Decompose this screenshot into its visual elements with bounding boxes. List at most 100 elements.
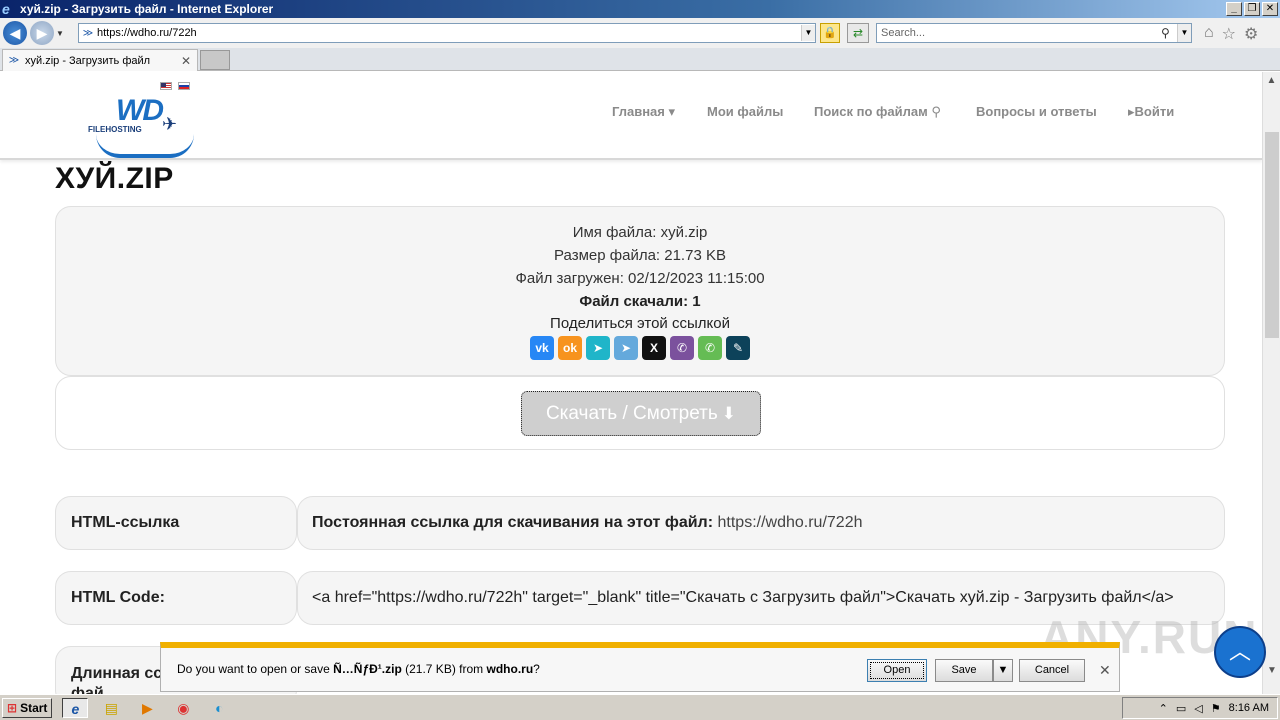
ie-logo-icon: e xyxy=(2,1,10,17)
file-info-box: Имя файла: хуй.zip Размер файла: 21.73 K… xyxy=(55,206,1225,376)
english-flag-icon[interactable] xyxy=(160,82,172,90)
address-dropdown-icon[interactable]: ▼ xyxy=(801,25,815,41)
search-dropdown-icon[interactable]: ▼ xyxy=(1177,24,1191,42)
tray-network-icon[interactable]: ▭ xyxy=(1176,702,1186,715)
minimize-button[interactable]: _ xyxy=(1226,2,1242,16)
taskbar-explorer-icon[interactable]: ▤ xyxy=(98,698,124,718)
share-label: Поделиться этой ссылкой xyxy=(550,315,730,332)
search-icon: ⚲ xyxy=(931,104,941,119)
cancel-button[interactable]: Cancel xyxy=(1019,659,1085,682)
logo-subtext: FILEHOSTING xyxy=(88,125,142,134)
scroll-down-icon[interactable]: ▼ xyxy=(1263,662,1280,680)
share-moimir-icon[interactable]: ➤ xyxy=(586,336,610,360)
tray-flag-icon[interactable]: ⚑ xyxy=(1211,702,1221,715)
search-input[interactable]: Search... xyxy=(877,27,1161,39)
clock: 8:16 AM xyxy=(1228,702,1269,714)
logo-text: WD xyxy=(116,94,164,127)
search-icon[interactable]: ⚲ xyxy=(1161,26,1177,40)
nav-faq[interactable]: Вопросы и ответы xyxy=(976,104,1097,119)
download-file-size: (21.7 KB) from xyxy=(405,662,484,676)
taskbar-ie-icon[interactable]: e xyxy=(62,697,89,718)
nav-search-label: Поиск по файлам xyxy=(814,104,928,119)
favorites-star-icon[interactable]: ☆ xyxy=(1222,24,1236,44)
back-button[interactable]: ◀ xyxy=(3,21,27,45)
download-button[interactable]: Скачать / Смотреть ⬇ xyxy=(521,391,761,436)
download-icon: ⬇ xyxy=(721,404,737,423)
navigation-bar: ◀ ▶ ▼ ≫ https://wdho.ru/722h ▼ 🔒 ⇄ Searc… xyxy=(0,18,1280,48)
close-download-bar-icon[interactable]: ✕ xyxy=(1099,662,1111,679)
file-downloads: Файл скачали: 1 xyxy=(579,293,701,310)
download-message-suffix: ? xyxy=(533,662,540,676)
share-odnoklassniki-icon[interactable]: ok xyxy=(558,336,582,360)
download-host: wdho.ru xyxy=(486,662,534,676)
new-tab-button[interactable] xyxy=(200,50,230,70)
html-link-prefix: Постоянная ссылка для скачивания на этот… xyxy=(312,514,714,531)
html-link-url[interactable]: https://wdho.ru/722h xyxy=(718,514,863,531)
site-logo[interactable]: WD FILEHOSTING ✈ xyxy=(88,94,198,158)
save-button[interactable]: Save xyxy=(935,659,993,682)
refresh-button[interactable]: ⇄ xyxy=(847,23,869,43)
settings-gear-icon[interactable]: ⚙ xyxy=(1244,24,1258,44)
history-dropdown-icon[interactable]: ▼ xyxy=(56,29,66,38)
download-notification-bar: Do you want to open or save Ñ…ÑƒÐ¹.zip (… xyxy=(160,642,1120,692)
share-livejournal-icon[interactable]: ✎ xyxy=(726,336,750,360)
download-message: Do you want to open or save Ñ…ÑƒÐ¹.zip (… xyxy=(177,662,540,676)
html-code-label: HTML Code: xyxy=(55,571,297,625)
tab-favicon-icon: ≫ xyxy=(8,55,20,66)
save-options-dropdown-icon[interactable]: ▼ xyxy=(993,659,1013,682)
taskbar-chrome-icon[interactable]: ◉ xyxy=(170,698,196,718)
nav-my-files[interactable]: Мои файлы xyxy=(707,104,783,119)
address-url[interactable]: https://wdho.ru/722h xyxy=(97,27,801,39)
restore-button[interactable]: ❐ xyxy=(1244,2,1260,16)
tab-active[interactable]: ≫ хуй.zip - Загрузить файл ✕ xyxy=(2,49,198,71)
lock-icon[interactable]: 🔒 xyxy=(820,23,840,43)
logo-bird-icon: ✈ xyxy=(162,114,178,134)
russian-flag-icon[interactable] xyxy=(178,82,190,90)
scrollbar-thumb[interactable] xyxy=(1265,132,1279,338)
nav-login-label: Войти xyxy=(1134,104,1175,119)
download-file-name: Ñ…ÑƒÐ¹.zip xyxy=(333,662,402,676)
close-window-button[interactable]: ✕ xyxy=(1262,2,1278,16)
system-tray: ⌃ ▭ ◁ ⚑ 8:16 AM xyxy=(1122,697,1278,719)
share-telegram-icon[interactable]: ➤ xyxy=(614,336,638,360)
page-title: ХУЙ.ZIP xyxy=(55,162,174,195)
nav-search[interactable]: Поиск по файлам ⚲ xyxy=(814,104,941,120)
file-uploaded: Файл загружен: 02/12/2023 11:15:00 xyxy=(515,270,765,287)
scroll-up-icon[interactable]: ▲ xyxy=(1263,72,1280,90)
tab-close-icon[interactable]: ✕ xyxy=(181,54,197,68)
logo-swoosh xyxy=(96,134,194,158)
share-viber-icon[interactable]: ✆ xyxy=(670,336,694,360)
search-box[interactable]: Search... ⚲ ▼ xyxy=(876,23,1192,43)
address-bar[interactable]: ≫ https://wdho.ru/722h ▼ xyxy=(78,23,816,43)
vertical-scrollbar[interactable]: ▲ ▼ xyxy=(1262,72,1280,694)
download-message-prefix: Do you want to open or save xyxy=(177,662,330,676)
share-whatsapp-icon[interactable]: ✆ xyxy=(698,336,722,360)
file-name: Имя файла: хуй.zip xyxy=(572,224,708,241)
share-x-icon[interactable]: X xyxy=(642,336,666,360)
tray-expand-icon[interactable]: ⌃ xyxy=(1159,702,1168,715)
html-link-label: HTML-ссылка xyxy=(55,496,297,550)
html-link-value: Постоянная ссылка для скачивания на этот… xyxy=(297,496,1225,550)
tab-label: хуй.zip - Загрузить файл xyxy=(25,54,151,67)
start-label: Start xyxy=(20,700,48,715)
windows-logo-icon: ⊞ xyxy=(7,700,18,715)
taskbar-edge-icon[interactable]: ◐ xyxy=(206,698,232,718)
caret-down-icon: ▾ xyxy=(668,104,676,119)
open-button[interactable]: Open xyxy=(867,659,927,682)
window-title-bar: e хуй.zip - Загрузить файл - Internet Ex… xyxy=(0,0,1280,18)
download-button-label: Скачать / Смотреть xyxy=(545,403,718,424)
tab-bar: ≫ хуй.zip - Загрузить файл ✕ xyxy=(0,48,1280,71)
nav-login[interactable]: ▸Войти xyxy=(1128,104,1174,120)
nav-home-label: Главная xyxy=(612,104,665,119)
tray-volume-icon[interactable]: ◁ xyxy=(1194,702,1202,715)
nav-home[interactable]: Главная ▾ xyxy=(612,104,675,120)
taskbar-media-player-icon[interactable]: ▶ xyxy=(134,698,160,718)
file-size: Размер файла: 21.73 KB xyxy=(554,247,726,264)
download-box: Скачать / Смотреть ⬇ xyxy=(55,376,1225,450)
share-buttons: vk ok ➤ ➤ X ✆ ✆ ✎ xyxy=(530,336,750,360)
scroll-to-top-button[interactable]: ︿ xyxy=(1214,626,1266,678)
forward-button[interactable]: ▶ xyxy=(30,21,54,45)
share-vk-icon[interactable]: vk xyxy=(530,336,554,360)
home-icon[interactable]: ⌂ xyxy=(1204,24,1214,44)
start-button[interactable]: ⊞ Start xyxy=(2,697,53,718)
